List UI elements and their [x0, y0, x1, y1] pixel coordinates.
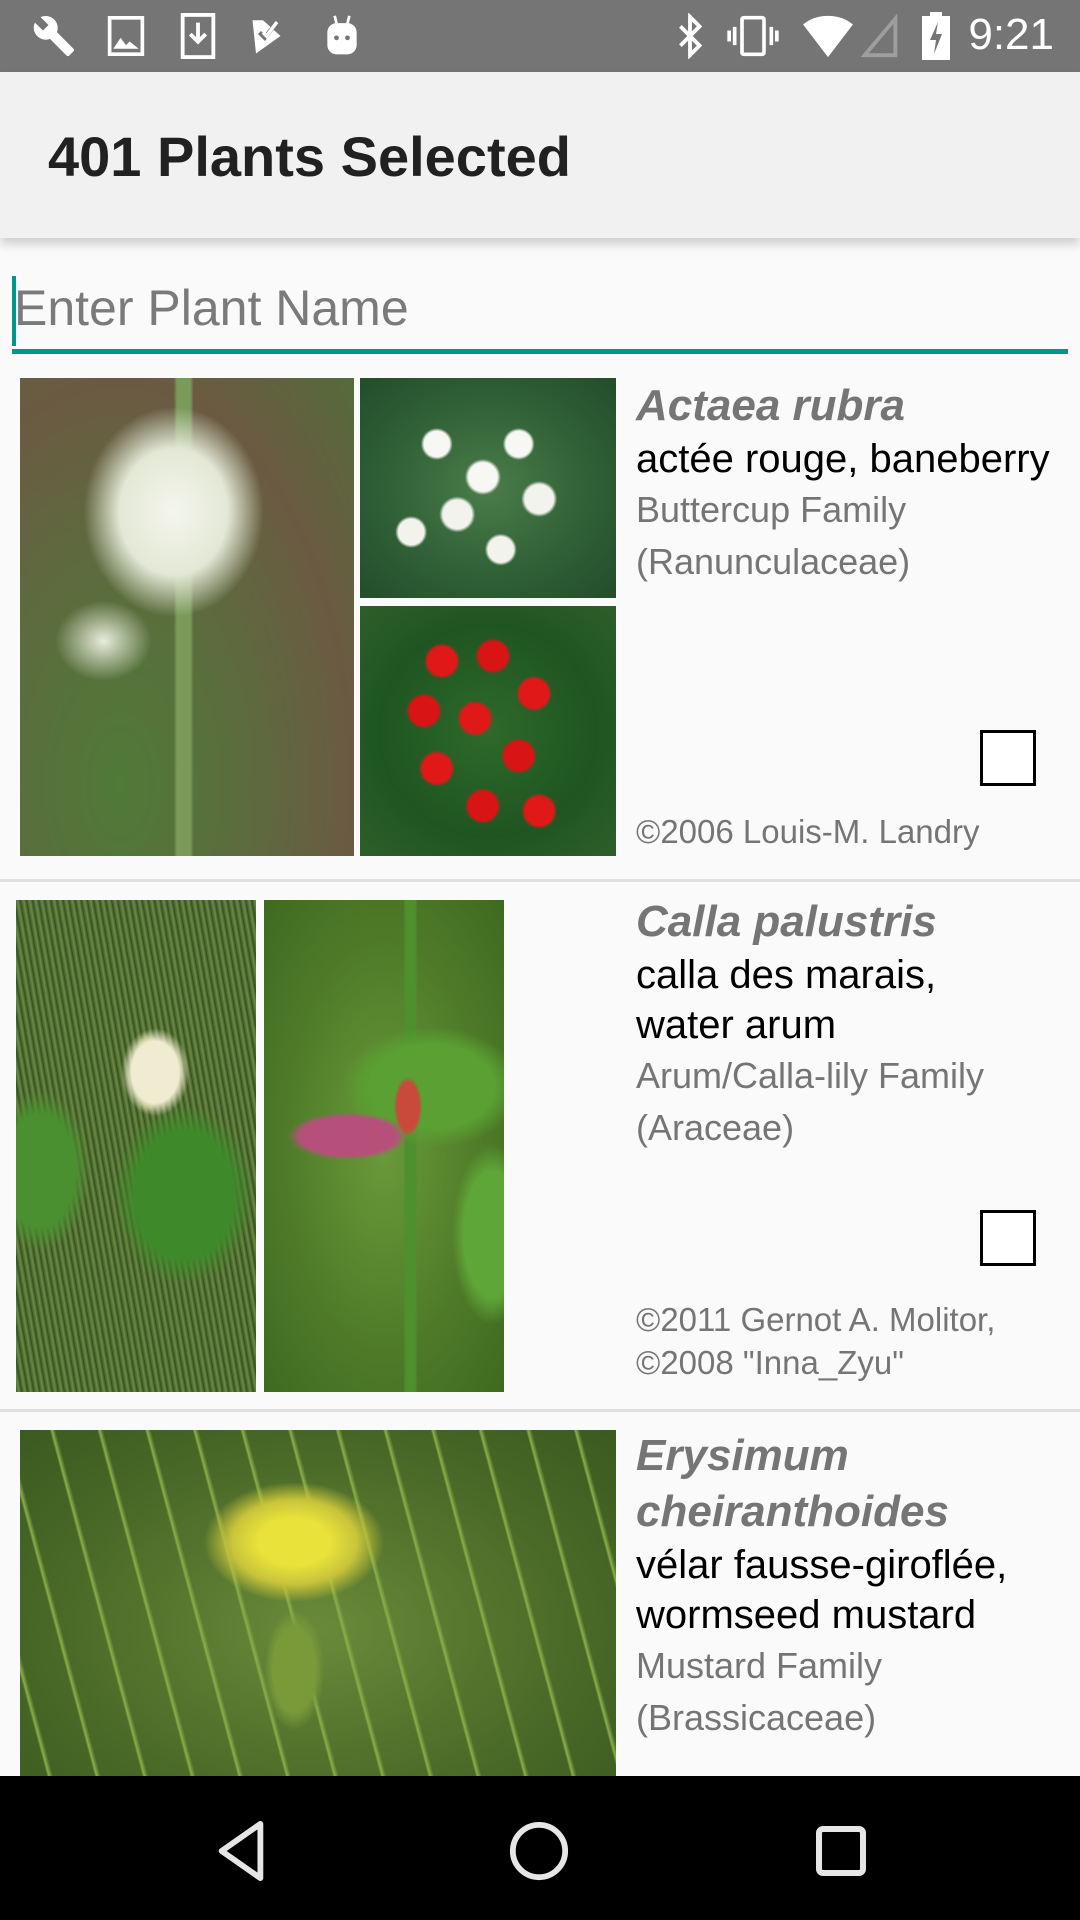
- plant-info: Actaea rubra actée rouge, baneberry Butt…: [636, 378, 1062, 588]
- plant-family: Mustard Family (Brassicaceae): [636, 1645, 883, 1738]
- plant-family: Buttercup Family (Ranunculaceae): [636, 489, 911, 582]
- scientific-name: Calla palustris: [636, 897, 937, 946]
- common-name: vélar fausse-giroflée, wormseed mustard: [636, 1543, 1008, 1637]
- checklist-icon: [246, 12, 294, 60]
- plant-photo-white-flower: [20, 378, 354, 856]
- status-bar: 9:21: [0, 0, 1080, 72]
- select-plant-checkbox[interactable]: [980, 730, 1036, 786]
- recents-icon[interactable]: [806, 1816, 876, 1886]
- plant-search-input[interactable]: [12, 268, 1068, 348]
- android-icon: [320, 12, 364, 60]
- scientific-name: Erysimum cheiranthoides: [636, 1431, 949, 1536]
- plant-info: Calla palustris calla des marais, water …: [636, 894, 1062, 1154]
- plant-search-field[interactable]: [12, 268, 1068, 354]
- clock-time: 9:21: [968, 10, 1054, 59]
- image-icon: [104, 12, 148, 60]
- wifi-icon: [798, 12, 858, 60]
- page-title: 401 Plants Selected: [48, 125, 571, 188]
- plant-photo-red-berries: [360, 606, 616, 856]
- plant-info: Erysimum cheiranthoides vélar fausse-gir…: [636, 1428, 1062, 1744]
- wrench-icon: [30, 12, 78, 60]
- plant-list[interactable]: Actaea rubra actée rouge, baneberry Butt…: [0, 362, 1080, 1776]
- plant-list-item[interactable]: Calla palustris calla des marais, water …: [0, 882, 1080, 1412]
- plant-photo-white-berries: [360, 378, 616, 598]
- photo-credit: ©2006 Louis-M. Landry: [636, 813, 980, 850]
- common-name: actée rouge, baneberry: [636, 437, 1050, 481]
- battery-charging-icon: [918, 12, 954, 60]
- bluetooth-icon: [670, 12, 710, 60]
- photo-credit: ©2011 Gernot A. Molitor, ©2008 "Inna_Zyu…: [636, 1301, 996, 1381]
- home-icon[interactable]: [504, 1816, 574, 1886]
- plant-photo-yellow-flowers: [20, 1430, 616, 1776]
- back-icon[interactable]: [206, 1816, 276, 1886]
- download-icon: [176, 12, 220, 60]
- cell-signal-icon: [860, 12, 900, 60]
- text-cursor: [12, 276, 16, 346]
- navigation-bar: [0, 1776, 1080, 1920]
- plant-list-item[interactable]: Erysimum cheiranthoides vélar fausse-gir…: [0, 1412, 1080, 1776]
- plant-family: Arum/Calla-lily Family (Araceae): [636, 1055, 985, 1148]
- vibrate-icon: [724, 12, 782, 60]
- plant-photo-purple-spathe: [264, 900, 504, 1392]
- common-name: calla des marais, water arum: [636, 953, 937, 1047]
- app-bar: 401 Plants Selected: [0, 72, 1080, 238]
- plant-list-item[interactable]: Actaea rubra actée rouge, baneberry Butt…: [0, 362, 1080, 882]
- scientific-name: Actaea rubra: [636, 381, 906, 430]
- plant-photo-white-spathe: [16, 900, 256, 1392]
- select-plant-checkbox[interactable]: [980, 1210, 1036, 1266]
